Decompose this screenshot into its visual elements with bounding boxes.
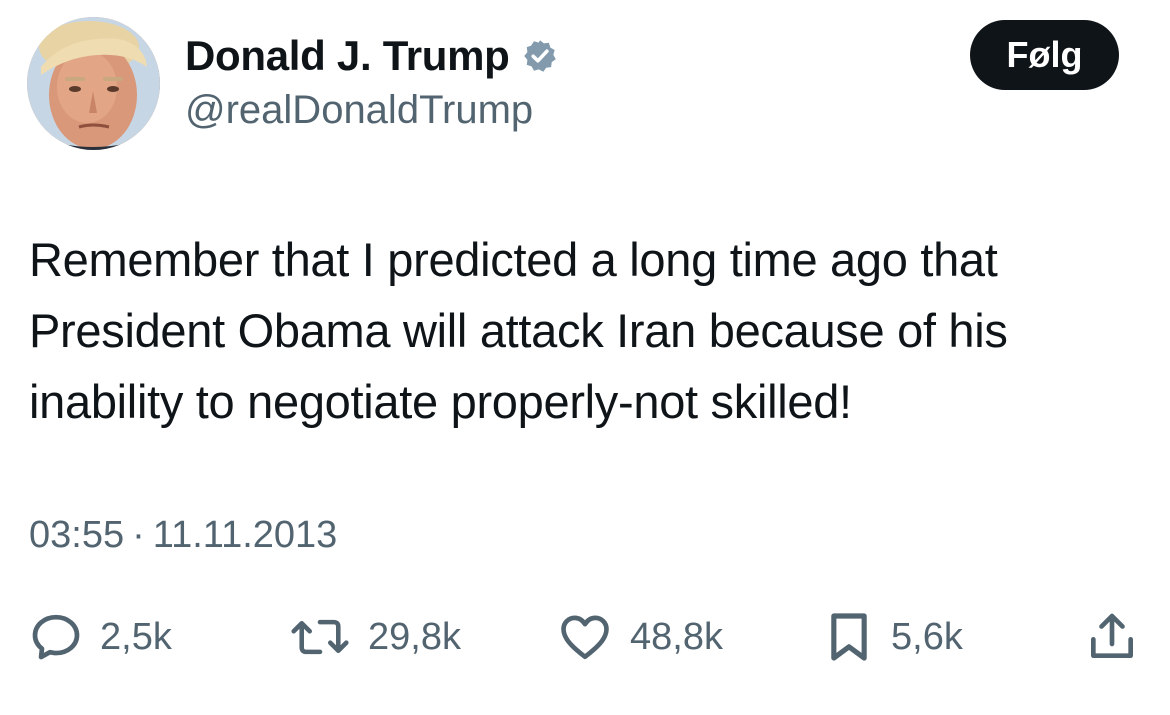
reply-button[interactable]: 2,5k (28, 606, 172, 668)
action-bar: 2,5k 29,8k 48,8k 5,6k (0, 606, 1170, 668)
bookmark-button[interactable]: 5,6k (823, 606, 963, 668)
tweet-timestamp[interactable]: 03:55 · 11.11.2013 (29, 510, 337, 560)
share-icon (1091, 613, 1133, 658)
heart-icon (561, 615, 609, 660)
author-name-row: Donald J. Trump (185, 30, 558, 82)
retweet-count: 29,8k (368, 616, 461, 658)
like-button[interactable]: 48,8k (556, 606, 723, 668)
reply-count: 2,5k (100, 616, 172, 658)
reply-icon (32, 614, 80, 660)
verified-badge-icon (523, 40, 556, 72)
tweet-time: 03:55 (29, 514, 125, 556)
tweet-date: 11.11.2013 (152, 514, 338, 556)
author-handle[interactable]: @realDonaldTrump (185, 86, 533, 134)
retweet-button[interactable]: 29,8k (288, 606, 461, 668)
author-display-name[interactable]: Donald J. Trump (185, 30, 510, 82)
avatar-portrait-icon (27, 17, 160, 150)
bookmark-icon (831, 613, 867, 661)
tweet-card: Donald J. Trump @realDonaldTrump Følg Re… (0, 0, 1170, 715)
bookmark-count: 5,6k (891, 616, 963, 658)
timestamp-separator: · (132, 514, 145, 556)
avatar[interactable] (27, 17, 160, 150)
share-button[interactable] (1084, 606, 1140, 668)
retweet-icon (291, 619, 349, 655)
tweet-text: Remember that I predicted a long time ag… (29, 233, 1008, 428)
like-count: 48,8k (630, 616, 723, 658)
follow-button[interactable]: Følg (970, 20, 1119, 90)
